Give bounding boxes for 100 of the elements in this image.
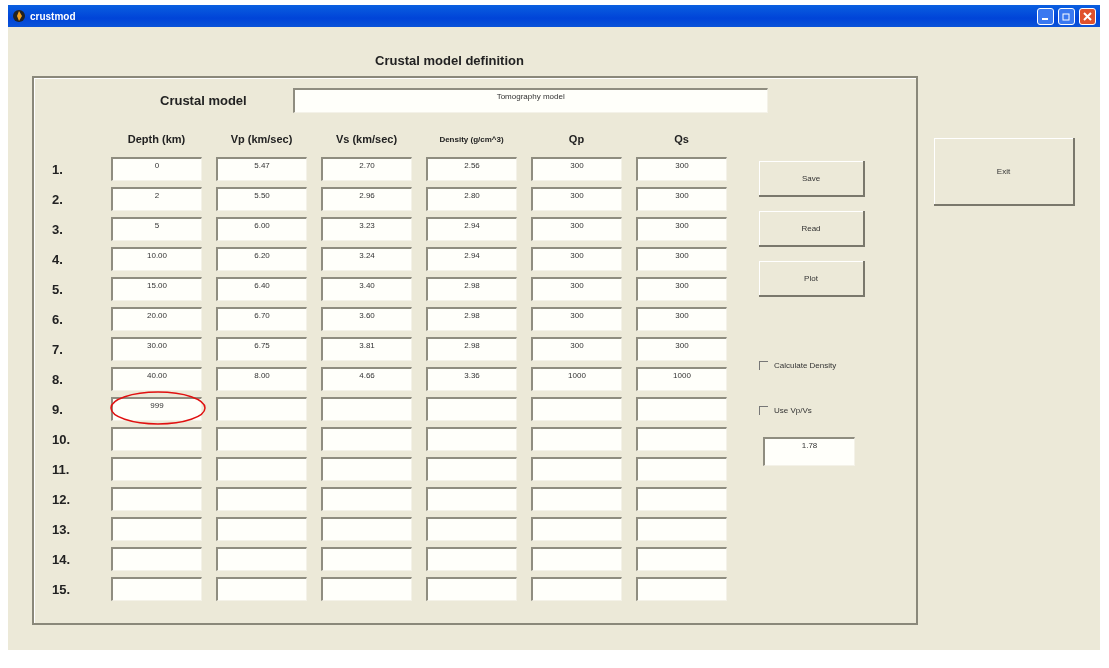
input-field[interactable]: 300 (531, 157, 622, 181)
input-field[interactable]: 2.70 (321, 157, 412, 181)
input-field[interactable] (216, 577, 307, 601)
ratio-field[interactable]: 1.78 (763, 437, 855, 466)
input-field[interactable]: 10.00 (111, 247, 202, 271)
input-field[interactable] (216, 427, 307, 451)
input-field[interactable] (216, 547, 307, 571)
input-field[interactable] (321, 397, 412, 421)
input-field[interactable]: 20.00 (111, 307, 202, 331)
input-field[interactable]: 3.40 (321, 277, 412, 301)
input-field[interactable]: 2.98 (426, 277, 517, 301)
input-field[interactable] (426, 577, 517, 601)
input-field[interactable]: 300 (531, 247, 622, 271)
input-field[interactable] (426, 427, 517, 451)
input-field[interactable]: 2 (111, 187, 202, 211)
input-field[interactable]: 3.24 (321, 247, 412, 271)
input-field[interactable]: 300 (636, 217, 727, 241)
input-field[interactable] (531, 457, 622, 481)
minimize-button[interactable] (1037, 7, 1054, 25)
input-field[interactable]: 4.66 (321, 367, 412, 391)
input-field[interactable]: 5.50 (216, 187, 307, 211)
input-field[interactable] (111, 487, 202, 511)
input-field[interactable]: 3.81 (321, 337, 412, 361)
input-field[interactable] (111, 427, 202, 451)
input-field[interactable]: 8.00 (216, 367, 307, 391)
input-field[interactable]: 40.00 (111, 367, 202, 391)
input-field[interactable]: 5 (111, 217, 202, 241)
input-field[interactable]: 2.80 (426, 187, 517, 211)
input-field[interactable] (426, 487, 517, 511)
input-field[interactable]: 300 (636, 247, 727, 271)
input-field[interactable]: 300 (531, 277, 622, 301)
input-field[interactable] (216, 517, 307, 541)
input-field[interactable] (636, 487, 727, 511)
restore-button[interactable] (1058, 7, 1075, 25)
input-field[interactable]: 300 (636, 157, 727, 181)
input-field[interactable]: 2.56 (426, 157, 517, 181)
input-field[interactable] (636, 517, 727, 541)
input-field[interactable]: 3.60 (321, 307, 412, 331)
input-field[interactable] (321, 577, 412, 601)
input-field[interactable]: 300 (531, 217, 622, 241)
input-field[interactable]: 300 (531, 307, 622, 331)
input-field[interactable] (111, 517, 202, 541)
input-field[interactable]: 2.94 (426, 247, 517, 271)
input-field[interactable] (531, 397, 622, 421)
action-button[interactable]: Read (759, 211, 865, 247)
input-field[interactable]: 1000 (531, 367, 622, 391)
input-field[interactable] (636, 397, 727, 421)
input-field[interactable]: 300 (636, 337, 727, 361)
input-field[interactable] (426, 547, 517, 571)
input-field[interactable] (321, 427, 412, 451)
input-field[interactable] (426, 457, 517, 481)
input-field[interactable] (321, 457, 412, 481)
input-field[interactable] (636, 547, 727, 571)
input-field[interactable]: 6.20 (216, 247, 307, 271)
model-name-field[interactable]: Tomography model (292, 88, 768, 113)
input-field[interactable]: 300 (636, 277, 727, 301)
input-field[interactable] (111, 577, 202, 601)
input-field[interactable]: 999 (111, 397, 202, 421)
input-field[interactable] (216, 487, 307, 511)
input-field[interactable]: 2.98 (426, 337, 517, 361)
close-button[interactable] (1079, 7, 1096, 25)
input-field[interactable]: 300 (531, 337, 622, 361)
input-field[interactable] (321, 547, 412, 571)
input-field[interactable]: 1000 (636, 367, 727, 391)
input-field[interactable]: 300 (636, 307, 727, 331)
action-button[interactable]: Plot (759, 261, 865, 297)
input-field[interactable] (321, 487, 412, 511)
input-field[interactable] (531, 487, 622, 511)
input-field[interactable]: 3.36 (426, 367, 517, 391)
input-field[interactable]: 0 (111, 157, 202, 181)
exit-button[interactable]: Exit (934, 138, 1075, 206)
input-field[interactable] (636, 457, 727, 481)
input-field[interactable] (111, 457, 202, 481)
input-field[interactable]: 300 (636, 187, 727, 211)
input-field[interactable]: 30.00 (111, 337, 202, 361)
input-field[interactable] (531, 517, 622, 541)
input-field[interactable]: 6.75 (216, 337, 307, 361)
input-field[interactable]: 5.47 (216, 157, 307, 181)
checkbox-label: Use Vp/Vs (774, 406, 812, 415)
input-field[interactable]: 2.96 (321, 187, 412, 211)
input-field[interactable] (111, 547, 202, 571)
input-field[interactable] (216, 457, 307, 481)
input-field[interactable] (321, 517, 412, 541)
input-field[interactable] (636, 427, 727, 451)
input-field[interactable]: 6.70 (216, 307, 307, 331)
action-button[interactable]: Save (759, 161, 865, 197)
input-field[interactable] (531, 427, 622, 451)
input-field[interactable] (531, 547, 622, 571)
input-field[interactable]: 300 (531, 187, 622, 211)
input-field[interactable] (426, 517, 517, 541)
input-field[interactable]: 2.98 (426, 307, 517, 331)
input-field[interactable] (531, 577, 622, 601)
input-field[interactable]: 2.94 (426, 217, 517, 241)
input-field[interactable] (216, 397, 307, 421)
input-field[interactable]: 6.40 (216, 277, 307, 301)
input-field[interactable]: 6.00 (216, 217, 307, 241)
input-field[interactable] (636, 577, 727, 601)
input-field[interactable]: 3.23 (321, 217, 412, 241)
input-field[interactable]: 15.00 (111, 277, 202, 301)
input-field[interactable] (426, 397, 517, 421)
